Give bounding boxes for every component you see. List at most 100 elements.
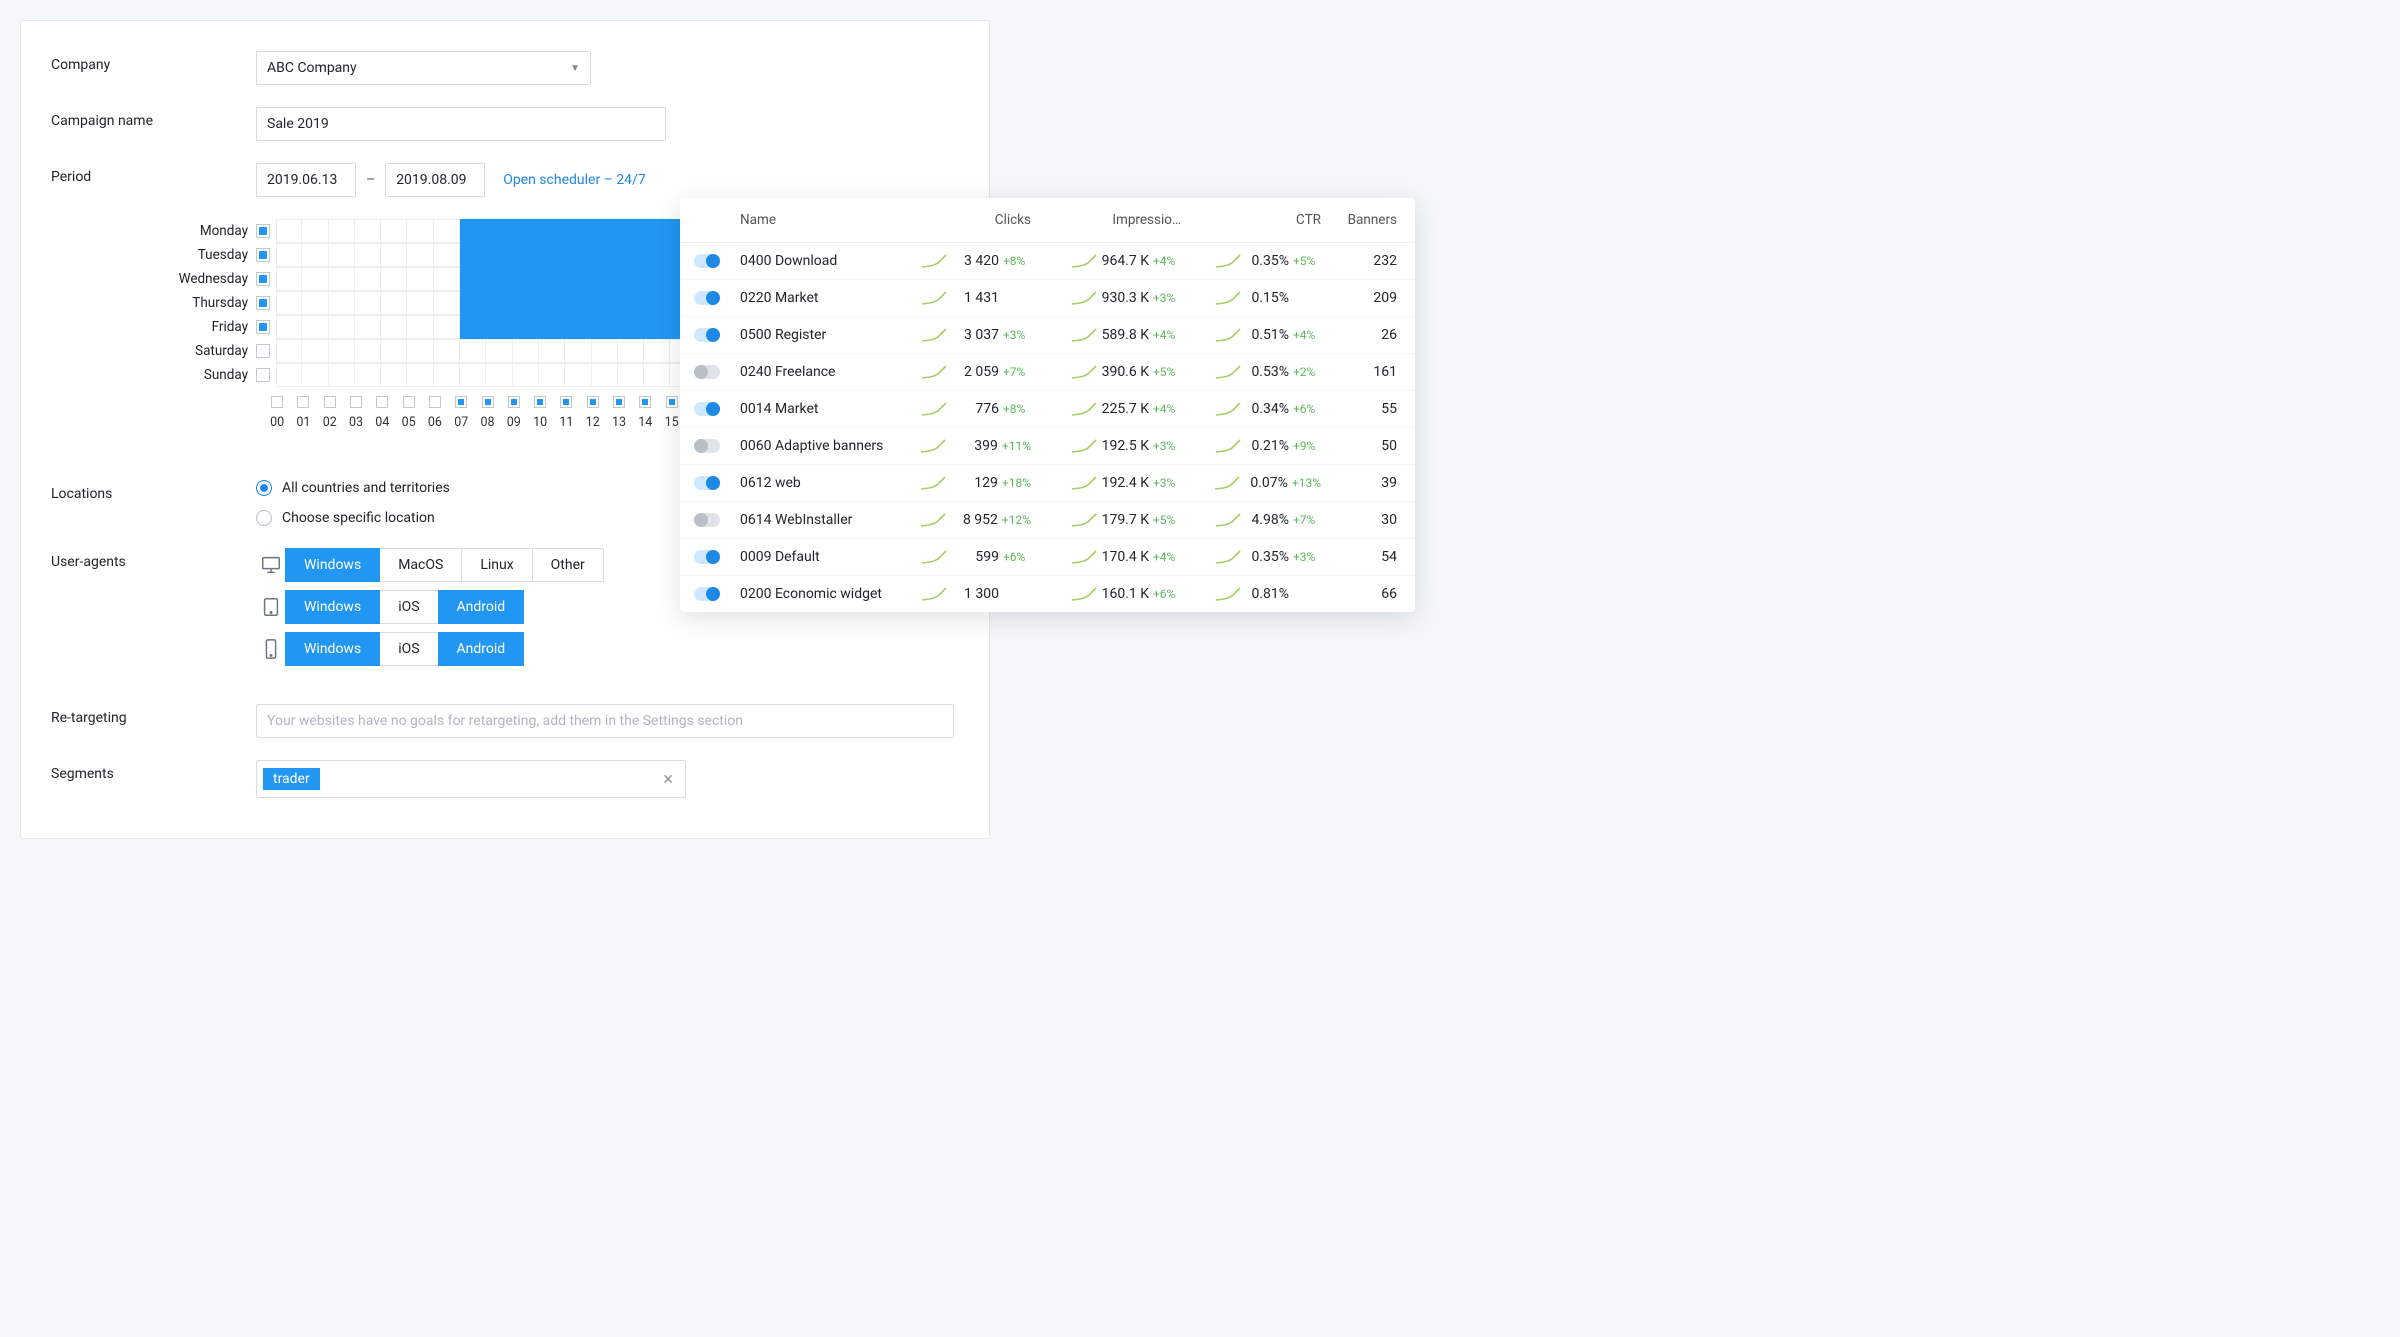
scheduler-cell[interactable]: [565, 267, 591, 291]
scheduler-cell[interactable]: [539, 219, 565, 243]
scheduler-cell[interactable]: [592, 363, 618, 387]
row-toggle[interactable]: [694, 328, 720, 342]
row-toggle[interactable]: [694, 402, 720, 416]
scheduler-cell[interactable]: [407, 315, 433, 339]
scheduler-cell[interactable]: [565, 219, 591, 243]
scheduler-cell[interactable]: [644, 315, 670, 339]
hour-checkbox[interactable]: [324, 396, 336, 408]
scheduler-cell[interactable]: [460, 267, 486, 291]
scheduler-cell[interactable]: [276, 339, 302, 363]
scheduler-cell[interactable]: [513, 267, 539, 291]
scheduler-cell[interactable]: [644, 219, 670, 243]
scheduler-cell[interactable]: [381, 339, 407, 363]
ua-btn-windows[interactable]: Windows: [285, 632, 380, 666]
hour-checkbox[interactable]: [376, 396, 388, 408]
scheduler-cell[interactable]: [434, 267, 460, 291]
scheduler-cell[interactable]: [355, 267, 381, 291]
hour-checkbox[interactable]: [613, 396, 625, 408]
scheduler-cell[interactable]: [302, 291, 328, 315]
scheduler-cell[interactable]: [513, 363, 539, 387]
row-name[interactable]: 0614 WebInstaller: [740, 512, 919, 528]
scheduler-cell[interactable]: [434, 219, 460, 243]
hour-checkbox[interactable]: [297, 396, 309, 408]
hour-checkbox[interactable]: [587, 396, 599, 408]
ua-btn-android[interactable]: Android: [438, 632, 525, 666]
col-name[interactable]: Name: [740, 212, 919, 228]
hour-checkbox[interactable]: [482, 396, 494, 408]
scheduler-cell[interactable]: [539, 291, 565, 315]
scheduler-cell[interactable]: [434, 339, 460, 363]
hour-checkbox[interactable]: [455, 396, 467, 408]
scheduler-cell[interactable]: [539, 363, 565, 387]
scheduler-day-checkbox[interactable]: [256, 224, 270, 238]
row-name[interactable]: 0060 Adaptive banners: [740, 438, 919, 454]
scheduler-cell[interactable]: [276, 267, 302, 291]
row-name[interactable]: 0200 Economic widget: [740, 586, 919, 602]
scheduler-cell[interactable]: [513, 291, 539, 315]
segment-tag[interactable]: trader: [263, 768, 320, 790]
scheduler-cell[interactable]: [644, 267, 670, 291]
row-toggle[interactable]: [694, 550, 720, 564]
scheduler-cell[interactable]: [565, 363, 591, 387]
period-to-input[interactable]: 2019.08.09: [385, 163, 485, 197]
scheduler-cell[interactable]: [565, 339, 591, 363]
scheduler-cell[interactable]: [618, 315, 644, 339]
row-name[interactable]: 0009 Default: [740, 549, 919, 565]
retarget-input[interactable]: Your websites have no goals for retarget…: [256, 704, 954, 738]
scheduler-cell[interactable]: [486, 315, 512, 339]
scheduler-cell[interactable]: [618, 219, 644, 243]
scheduler-cell[interactable]: [407, 267, 433, 291]
ua-btn-macos[interactable]: MacOS: [379, 548, 462, 582]
hour-checkbox[interactable]: [271, 396, 283, 408]
scheduler-cell[interactable]: [460, 219, 486, 243]
scheduler-cell[interactable]: [407, 339, 433, 363]
scheduler-cell[interactable]: [618, 243, 644, 267]
scheduler-cell[interactable]: [539, 339, 565, 363]
scheduler-cell[interactable]: [618, 267, 644, 291]
col-impr[interactable]: Impressio…: [1035, 212, 1185, 228]
open-scheduler-link[interactable]: Open scheduler – 24/7: [503, 172, 646, 188]
scheduler-cell[interactable]: [381, 315, 407, 339]
scheduler-cell[interactable]: [355, 363, 381, 387]
scheduler-cell[interactable]: [565, 243, 591, 267]
row-name[interactable]: 0220 Market: [740, 290, 919, 306]
company-select[interactable]: ABC Company ▼: [256, 51, 591, 85]
scheduler-cell[interactable]: [434, 291, 460, 315]
scheduler-day-checkbox[interactable]: [256, 248, 270, 262]
scheduler-cell[interactable]: [329, 363, 355, 387]
scheduler-cell[interactable]: [460, 243, 486, 267]
col-ctr[interactable]: CTR: [1185, 212, 1323, 228]
scheduler-cell[interactable]: [381, 243, 407, 267]
row-toggle[interactable]: [694, 476, 720, 490]
scheduler-cell[interactable]: [434, 363, 460, 387]
row-toggle[interactable]: [694, 439, 720, 453]
col-clicks[interactable]: Clicks: [919, 212, 1035, 228]
scheduler-cell[interactable]: [302, 243, 328, 267]
ua-btn-windows[interactable]: Windows: [285, 590, 380, 624]
scheduler-cell[interactable]: [486, 339, 512, 363]
ua-btn-ios[interactable]: iOS: [379, 632, 438, 666]
scheduler-day-checkbox[interactable]: [256, 296, 270, 310]
scheduler-cell[interactable]: [381, 219, 407, 243]
scheduler-cell[interactable]: [434, 243, 460, 267]
scheduler-cell[interactable]: [592, 315, 618, 339]
scheduler-cell[interactable]: [460, 363, 486, 387]
scheduler-cell[interactable]: [302, 339, 328, 363]
scheduler-cell[interactable]: [618, 339, 644, 363]
ua-btn-android[interactable]: Android: [438, 590, 525, 624]
row-name[interactable]: 0500 Register: [740, 327, 919, 343]
scheduler-cell[interactable]: [407, 363, 433, 387]
scheduler-cell[interactable]: [381, 267, 407, 291]
scheduler-cell[interactable]: [355, 243, 381, 267]
scheduler-cell[interactable]: [513, 339, 539, 363]
scheduler-cell[interactable]: [460, 339, 486, 363]
ua-btn-linux[interactable]: Linux: [461, 548, 532, 582]
scheduler-cell[interactable]: [302, 315, 328, 339]
scheduler-cell[interactable]: [434, 315, 460, 339]
scheduler-cell[interactable]: [302, 267, 328, 291]
scheduler-cell[interactable]: [407, 243, 433, 267]
scheduler-cell[interactable]: [513, 219, 539, 243]
scheduler-cell[interactable]: [302, 363, 328, 387]
row-name[interactable]: 0240 Freelance: [740, 364, 919, 380]
scheduler-cell[interactable]: [407, 291, 433, 315]
